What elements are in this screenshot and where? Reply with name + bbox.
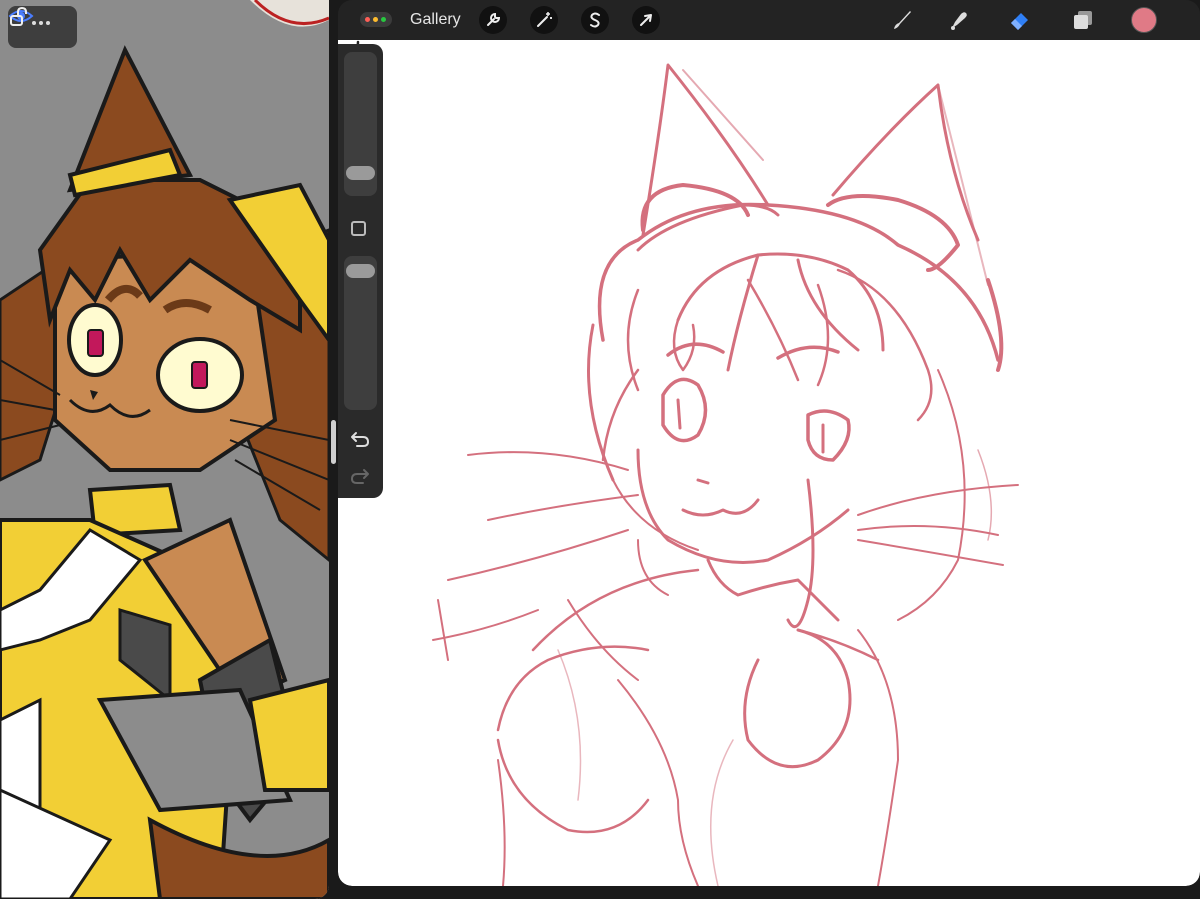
sketch-drawing bbox=[432, 63, 1019, 886]
redo-icon[interactable] bbox=[349, 466, 371, 486]
top-toolbar: Gallery bbox=[338, 0, 1200, 40]
gallery-button[interactable]: Gallery bbox=[410, 11, 461, 29]
magic-wand-icon[interactable] bbox=[530, 6, 558, 34]
arrow-cursor-icon[interactable] bbox=[632, 6, 660, 34]
eraser-icon[interactable] bbox=[1008, 8, 1032, 32]
brush-opacity-slider[interactable] bbox=[344, 256, 377, 410]
more-dots-icon[interactable] bbox=[32, 12, 53, 30]
split-view-divider-handle[interactable] bbox=[331, 420, 336, 464]
smudge-icon[interactable] bbox=[947, 8, 971, 32]
layers-icon[interactable] bbox=[1071, 8, 1095, 32]
reference-image-panel[interactable] bbox=[0, 0, 329, 899]
undo-icon[interactable] bbox=[349, 429, 371, 449]
brush-icon[interactable] bbox=[890, 8, 914, 32]
reference-artwork bbox=[0, 0, 329, 899]
window-controls-icon[interactable] bbox=[360, 12, 392, 27]
drawing-canvas[interactable] bbox=[338, 40, 1200, 886]
reference-controls bbox=[8, 6, 77, 48]
brush-size-slider[interactable] bbox=[344, 52, 377, 196]
unlock-icon[interactable] bbox=[8, 6, 30, 28]
square-icon[interactable] bbox=[351, 221, 366, 236]
color-picker-swatch[interactable] bbox=[1131, 7, 1157, 33]
brush-sidebar bbox=[338, 44, 383, 498]
brush-size-slider-handle[interactable] bbox=[346, 166, 375, 180]
selection-s-icon[interactable] bbox=[581, 6, 609, 34]
procreate-window: Gallery bbox=[338, 0, 1200, 886]
brush-opacity-slider-handle[interactable] bbox=[346, 264, 375, 278]
wrench-icon[interactable] bbox=[479, 6, 507, 34]
